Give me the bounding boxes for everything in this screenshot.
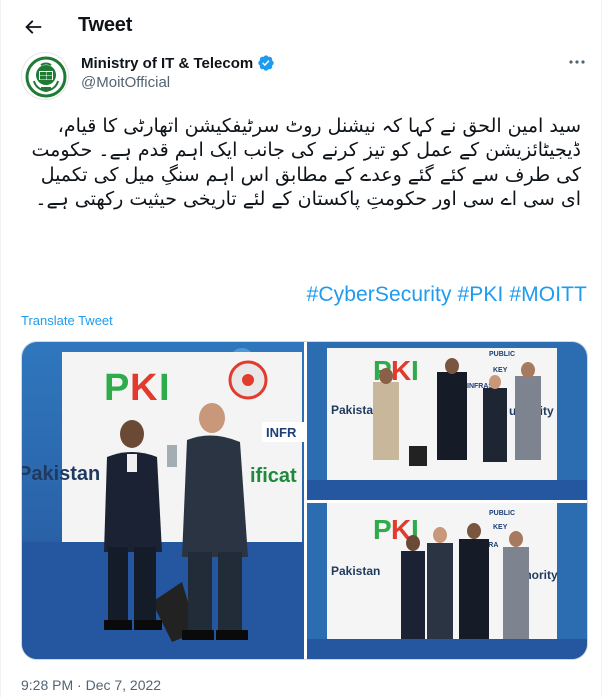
photo-award-ceremony-3[interactable]: P K I PUBLIC KEY INFRA Pakistan uthority [307, 503, 587, 659]
author-name-row[interactable]: Ministry of IT & Telecom [81, 54, 275, 72]
svg-text:K: K [130, 367, 158, 409]
banner-text: Pakistan [22, 463, 100, 485]
tweet-text: سید امین الحق نے کہا کہ نیشنل روٹ سرٹیفک… [31, 115, 581, 211]
svg-text:K: K [391, 355, 411, 386]
moit-emblem-icon [24, 55, 68, 99]
author-avatar[interactable] [21, 52, 69, 100]
svg-text:I: I [411, 355, 419, 386]
key-tag: KEY [493, 367, 508, 374]
hashtag-link[interactable]: #CyberSecurity [307, 283, 452, 306]
tweet-frame: Tweet Ministry of IT & Telecom @MoitOffi… [0, 0, 602, 697]
svg-text:I: I [159, 367, 170, 409]
key-tag: KEY [493, 524, 508, 531]
translate-tweet-link[interactable]: Translate Tweet [21, 313, 113, 328]
media-grid: P K I INFR Pakistan ificat K I PUBLIC KE… [21, 341, 588, 660]
banner-text: ificat [250, 465, 297, 487]
more-dots-icon [569, 60, 585, 64]
verified-badge-icon [258, 55, 274, 71]
pki-logo-text: P [104, 367, 129, 409]
banner-text: Pakistan [331, 403, 380, 417]
tweet-timestamp[interactable]: 9:28 PM · Dec 7, 2022 [21, 677, 161, 693]
hashtag-row: #CyberSecurity #PKI #MOITT [21, 283, 587, 307]
more-button[interactable] [563, 52, 591, 72]
public-tag: PUBLIC [489, 510, 515, 517]
infr-tag: INFR [266, 425, 297, 440]
hashtag-link[interactable]: #PKI [458, 283, 504, 306]
photo-award-ceremony-2[interactable]: P K I PUBLIC KEY INFRAS Pakistan uthorit… [307, 342, 587, 500]
public-tag: PUBLIC [489, 351, 515, 358]
photo-award-ceremony-1[interactable]: P K I INFR Pakistan ificat [22, 342, 304, 659]
banner-text: Pakistan [331, 564, 380, 578]
back-button[interactable] [17, 11, 49, 43]
tweet-header: Tweet [1, 0, 603, 53]
arrow-left-icon [25, 20, 42, 34]
svg-text:P: P [373, 514, 392, 545]
page-title: Tweet [78, 14, 133, 36]
author-display-name[interactable]: Ministry of IT & Telecom [81, 55, 253, 72]
hashtag-link[interactable]: #MOITT [509, 283, 587, 306]
author-handle[interactable]: @MoitOfficial [81, 74, 170, 91]
